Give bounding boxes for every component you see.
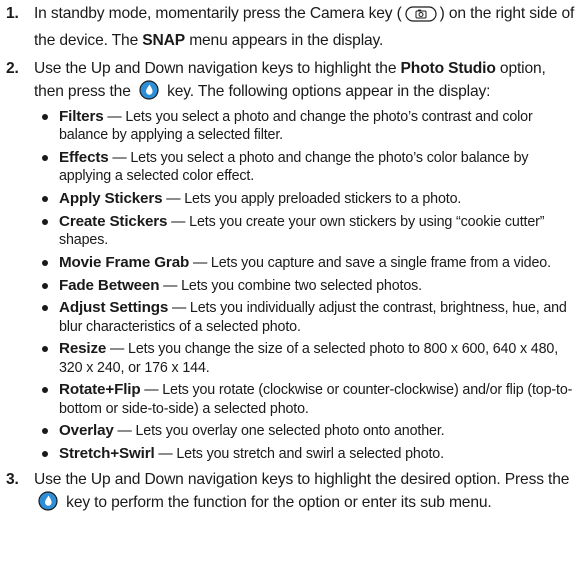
step-text: menu appears in the display. [185,32,384,49]
bullet-icon [42,346,48,353]
bullet-icon [42,155,48,161]
bullet-icon [42,282,48,289]
step-1: 1. In standby mode, momentarily press th… [0,2,585,52]
option-desc: — Lets you overlay one selected photo on… [113,423,445,440]
option-term: Filters [59,108,104,125]
list-item: Apply Stickers — Lets you apply preloade… [38,190,579,208]
option-desc: — Lets you stretch and swirl a selected … [154,446,444,463]
bullet-icon [42,451,48,458]
option-term: Resize [59,340,107,358]
option-name: Photo Studio [400,60,496,77]
bullet-icon [42,387,48,394]
step-text: Use the Up and Down navigation keys to h… [34,60,401,77]
step-text: In standby mode, momentarily press the C… [34,5,402,22]
list-item: Effects — Lets you select a photo and ch… [38,149,579,185]
option-desc: — Lets you select a photo and change the… [59,109,533,144]
step-number: 2. [6,60,19,77]
option-term: Stretch+Swirl [59,445,155,463]
option-desc: — Lets you apply preloaded stickers to a… [162,191,462,207]
option-term: Adjust Settings [59,299,169,317]
step-3: 3. Use the Up and Down navigation keys t… [0,468,585,518]
option-term: Rotate+Flip [59,381,141,399]
step-text: key. The following options appear in the… [162,83,491,100]
step-text: Use the Up and Down navigation keys to h… [34,470,570,488]
list-item: Create Stickers — Lets you create your o… [38,213,579,249]
option-term: Fade Between [59,276,160,294]
option-term: Effects [59,149,109,166]
list-item: Rotate+Flip — Lets you rotate (clockwise… [38,381,579,417]
step-number: 1. [6,5,19,22]
option-desc: — Lets you select a photo and change the… [59,150,529,185]
bullet-icon [42,114,48,120]
option-desc: — Lets you capture and save a single fra… [189,254,551,271]
list-item: Movie Frame Grab — Lets you capture and … [38,254,579,272]
step-text: key to perform the function for the opti… [62,493,492,511]
camera-key-icon [405,6,437,29]
bullet-icon [42,259,48,266]
bullet-icon [42,196,48,202]
bullet-icon [42,428,48,435]
list-item: Overlay — Lets you overlay one selected … [38,422,579,440]
bullet-icon [42,218,48,225]
manual-page: 1. In standby mode, momentarily press th… [0,0,585,518]
step-2: 2. Use the Up and Down navigation keys t… [0,57,585,463]
list-item: Adjust Settings — Lets you individually … [38,299,579,335]
option-desc: — Lets you combine two selected photos. [159,277,422,294]
option-term: Movie Frame Grab [59,253,190,271]
bullet-icon [42,305,48,312]
ok-key-icon [37,491,59,518]
list-item: Resize — Lets you change the size of a s… [38,340,579,376]
option-term: Create Stickers [59,212,168,230]
options-list: Filters — Lets you select a photo and ch… [34,108,579,463]
list-item: Stretch+Swirl — Lets you stretch and swi… [38,445,579,463]
option-term: Apply Stickers [59,190,163,207]
ok-key-icon [138,80,160,107]
list-item: Filters — Lets you select a photo and ch… [38,108,579,144]
option-desc: — Lets you change the size of a selected… [59,341,559,376]
step-number: 3. [6,470,19,488]
option-term: Overlay [59,422,114,440]
menu-name: SNAP [142,32,186,49]
list-item: Fade Between — Lets you combine two sele… [38,277,579,295]
